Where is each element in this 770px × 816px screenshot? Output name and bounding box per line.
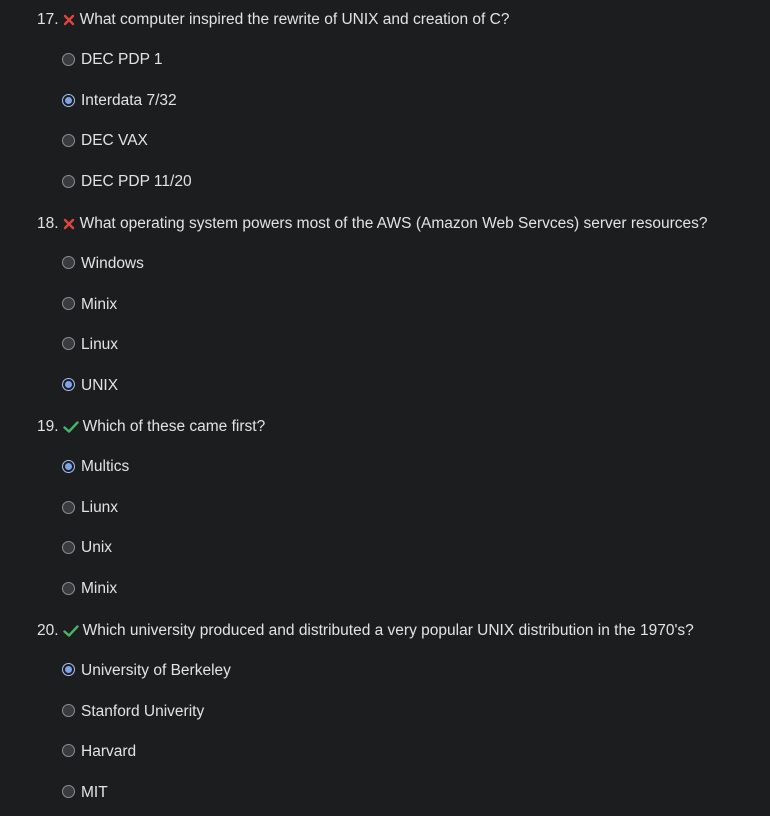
answer-option[interactable]: Unix xyxy=(62,538,112,558)
option-label: Multics xyxy=(81,458,130,476)
question-text: What operating system powers most of the… xyxy=(79,214,708,232)
radio-button[interactable] xyxy=(62,337,75,351)
option-label: Minix xyxy=(81,580,118,598)
option-label: Stanford Univerity xyxy=(81,702,205,720)
answer-option[interactable]: MIT xyxy=(62,783,108,803)
option-label: DEC PDP 11/20 xyxy=(81,173,192,190)
answer-option[interactable]: DEC PDP 11/20 xyxy=(62,172,192,192)
check-mark-icon xyxy=(62,419,80,435)
question-number: 20. xyxy=(37,621,59,639)
radio-button[interactable] xyxy=(62,256,75,270)
option-label: Harvard xyxy=(81,742,137,760)
option-label: Minix xyxy=(81,295,118,313)
option-label: Liunx xyxy=(81,499,119,517)
radio-button-selected[interactable] xyxy=(62,663,75,677)
x-mark-icon xyxy=(62,216,77,232)
answer-option[interactable]: Minix xyxy=(62,579,117,599)
question-19: 19. Which of these came first? Multics L… xyxy=(0,407,770,611)
answer-option[interactable]: Liunx xyxy=(62,498,118,518)
option-label: Linux xyxy=(81,335,119,353)
answer-option[interactable]: DEC VAX xyxy=(62,131,148,151)
answer-option[interactable]: Stanford Univerity xyxy=(62,702,204,722)
answer-option[interactable]: Interdata 7/32 xyxy=(62,91,177,111)
question-number: 18. xyxy=(37,214,59,232)
question-17: 17. What computer inspired the rewrite o… xyxy=(0,0,770,204)
radio-button[interactable] xyxy=(62,174,75,188)
radio-button[interactable] xyxy=(62,581,75,595)
option-label: Interdata 7/32 xyxy=(81,92,177,109)
option-label: DEC VAX xyxy=(81,132,148,149)
question-text: Which university produced and distribute… xyxy=(82,621,694,639)
option-label: DEC PDP 1 xyxy=(81,51,163,68)
radio-button[interactable] xyxy=(62,52,75,66)
question-header: 19. Which of these came first? xyxy=(37,417,265,437)
option-label: UNIX xyxy=(81,376,119,394)
check-mark-icon xyxy=(62,623,80,639)
radio-button[interactable] xyxy=(62,297,75,311)
x-mark-icon xyxy=(62,12,77,28)
answer-option[interactable]: UNIX xyxy=(62,376,118,396)
radio-button[interactable] xyxy=(62,540,75,554)
radio-button[interactable] xyxy=(62,785,75,799)
radio-button-selected[interactable] xyxy=(62,93,75,107)
quiz-results: 17. What computer inspired the rewrite o… xyxy=(0,0,770,814)
question-number: 19. xyxy=(37,418,59,436)
radio-button[interactable] xyxy=(62,500,75,514)
radio-button[interactable] xyxy=(62,744,75,758)
option-label: University of Berkeley xyxy=(81,661,231,679)
answer-option[interactable]: Multics xyxy=(62,457,129,477)
option-label: Windows xyxy=(81,254,144,272)
radio-button-selected[interactable] xyxy=(62,459,75,473)
question-header: 18. What operating system powers most of… xyxy=(37,214,708,234)
option-label: Unix xyxy=(81,539,113,557)
radio-button[interactable] xyxy=(62,704,75,718)
answer-option[interactable]: Harvard xyxy=(62,742,136,762)
question-18: 18. What operating system powers most of… xyxy=(0,204,770,408)
answer-option[interactable]: University of Berkeley xyxy=(62,661,231,681)
question-header: 20. Which university produced and distri… xyxy=(37,621,694,641)
question-20: 20. Which university produced and distri… xyxy=(0,611,770,815)
question-number: 17. xyxy=(37,11,59,28)
answer-option[interactable]: Windows xyxy=(62,254,144,274)
radio-button[interactable] xyxy=(62,133,75,147)
radio-button-selected[interactable] xyxy=(62,378,75,392)
question-header: 17. What computer inspired the rewrite o… xyxy=(37,10,509,30)
question-text: Which of these came first? xyxy=(82,418,266,436)
answer-option[interactable]: DEC PDP 1 xyxy=(62,50,163,70)
option-label: MIT xyxy=(81,783,108,801)
answer-option[interactable]: Linux xyxy=(62,335,118,355)
question-text: What computer inspired the rewrite of UN… xyxy=(79,11,510,28)
answer-option[interactable]: Minix xyxy=(62,295,117,315)
